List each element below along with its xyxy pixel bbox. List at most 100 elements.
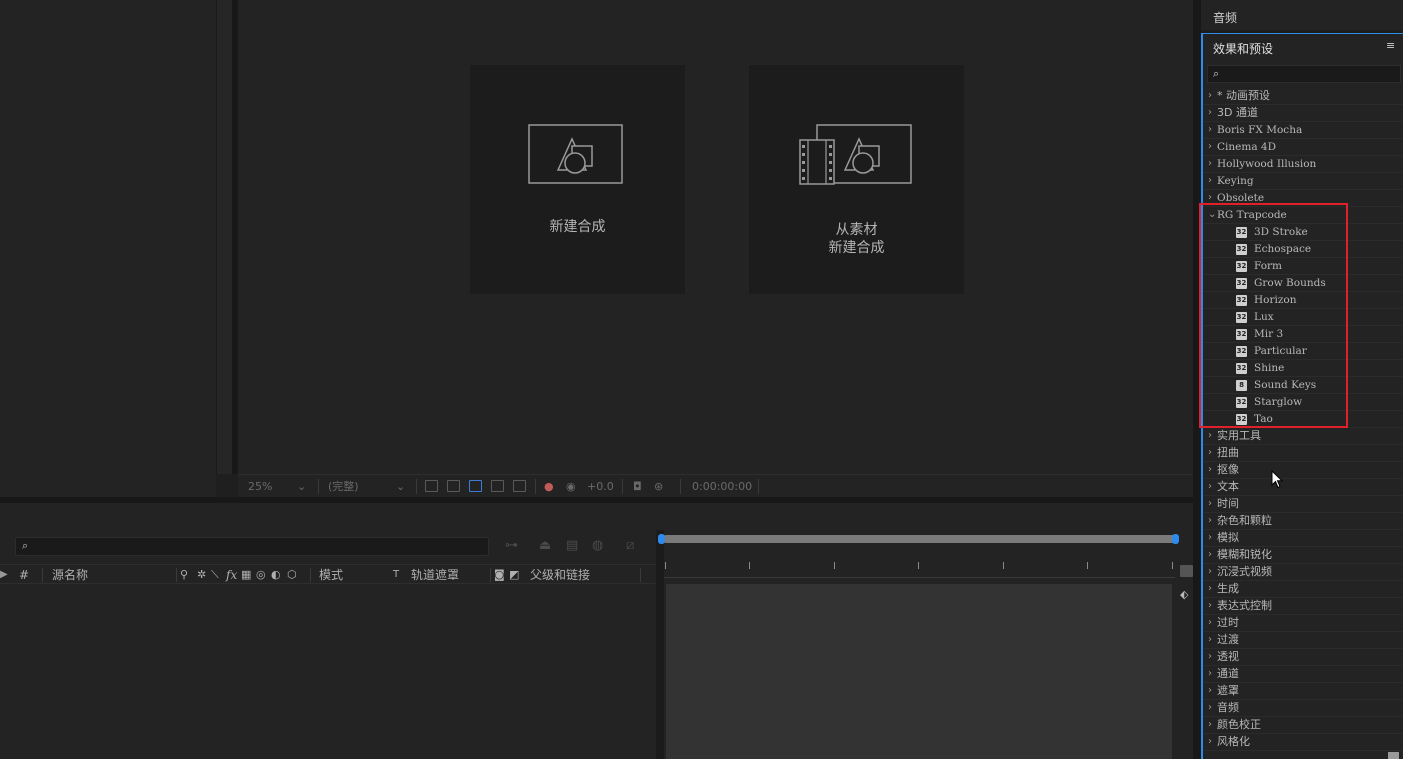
zoom-dropdown-icon[interactable]: ⌄ [297, 479, 306, 494]
chevron-right-icon[interactable]: › [1208, 547, 1212, 563]
panel-menu-icon[interactable]: ≡ [1386, 40, 1395, 51]
chevron-right-icon[interactable]: › [1208, 581, 1212, 597]
effects-category[interactable]: › 音频 [1203, 700, 1403, 717]
chevron-right-icon[interactable]: › [1208, 173, 1212, 189]
effects-category[interactable]: › 透视 [1203, 649, 1403, 666]
matte-invert-icon[interactable]: ◩ [509, 567, 519, 583]
transparency-grid-icon[interactable] [447, 480, 460, 492]
timeline-zoom-scrollbar[interactable] [1180, 565, 1193, 577]
effects-category[interactable]: › 文本 [1203, 479, 1403, 496]
effects-category[interactable]: › 遮罩 [1203, 683, 1403, 700]
adjustment-layer-switch-icon[interactable]: ◐ [271, 567, 281, 583]
effects-category[interactable]: › 杂色和颗粒 [1203, 513, 1403, 530]
timecode-display[interactable]: 0:00:00:00 [692, 479, 752, 494]
project-panel-scrollbar[interactable] [216, 0, 232, 497]
effects-category[interactable]: › 过时 [1203, 615, 1403, 632]
effects-category[interactable]: › 模糊和锐化 [1203, 547, 1403, 564]
chevron-right-icon[interactable]: › [1208, 156, 1212, 172]
effects-scrollbar-thumb[interactable] [1388, 752, 1399, 759]
new-comp-from-footage-button[interactable]: 从素材 新建合成 [749, 65, 964, 294]
chevron-right-icon[interactable]: › [1208, 666, 1212, 682]
chevron-right-icon[interactable]: › [1208, 700, 1212, 716]
effects-category[interactable]: › 实用工具 [1203, 428, 1403, 445]
effects-category[interactable]: › 过渡 [1203, 632, 1403, 649]
matte-icon[interactable]: ◙ [494, 567, 505, 583]
column-source-name[interactable]: 源名称 [52, 567, 88, 583]
collapse-switch-icon[interactable]: ✲ [197, 567, 206, 583]
chevron-right-icon[interactable]: › [1208, 734, 1212, 750]
resolution-dropdown-icon[interactable]: ⌄ [396, 479, 405, 494]
quality-switch-icon[interactable]: ⟍ [211, 567, 219, 583]
effect-switch-icon[interactable]: fx [226, 567, 237, 583]
chevron-right-icon[interactable]: › [1208, 683, 1212, 699]
chevron-right-icon[interactable]: › [1208, 513, 1212, 529]
effects-category[interactable]: › Keying [1203, 173, 1403, 190]
column-t[interactable]: T [393, 567, 399, 583]
comp-mini-flowchart-icon[interactable]: ⊶ [505, 538, 518, 553]
frame-blending-switch-icon[interactable]: ▦ [241, 567, 251, 583]
grid-guides-icon[interactable] [469, 480, 482, 492]
chevron-right-icon[interactable]: › [1208, 615, 1212, 631]
effects-category[interactable]: › Cinema 4D [1203, 139, 1403, 156]
shy-switch-icon[interactable]: ⚲ [180, 567, 188, 583]
work-area-start-handle[interactable] [658, 534, 665, 544]
column-track-matte[interactable]: 轨道遮罩 [411, 567, 459, 583]
frame-blending-icon[interactable]: ◍ [592, 538, 603, 553]
color-channels-icon[interactable]: ● [544, 479, 554, 494]
snapshot-icon[interactable]: ◘ [633, 479, 642, 494]
effects-category[interactable]: › * 动画预设 [1203, 88, 1403, 105]
chevron-right-icon[interactable]: › [1208, 105, 1212, 121]
audio-panel-tab[interactable]: 音频 [1201, 0, 1403, 30]
work-area-end-handle[interactable] [1172, 534, 1179, 544]
new-composition-button[interactable]: 新建合成 [470, 65, 685, 294]
chevron-right-icon[interactable]: › [1208, 598, 1212, 614]
3d-view-icon[interactable] [513, 480, 526, 492]
effects-category[interactable]: › 生成 [1203, 581, 1403, 598]
chevron-right-icon[interactable]: › [1208, 462, 1212, 478]
chevron-right-icon[interactable]: › [1208, 632, 1212, 648]
effects-category[interactable]: › 模拟 [1203, 530, 1403, 547]
column-mode[interactable]: 模式 [319, 567, 343, 583]
expand-arrow-icon[interactable]: ▶ [0, 567, 8, 583]
resolution-select[interactable]: (完整) [328, 479, 359, 494]
chevron-right-icon[interactable]: › [1208, 479, 1212, 495]
show-snapshot-icon[interactable]: ⊛ [654, 479, 663, 494]
3d-layer-switch-icon[interactable]: ⬡ [287, 567, 297, 583]
chevron-right-icon[interactable]: › [1208, 564, 1212, 580]
column-parent-link[interactable]: 父级和链接 [530, 567, 590, 583]
exposure-reset-icon[interactable]: ◉ [566, 479, 576, 494]
chevron-right-icon[interactable]: › [1208, 496, 1212, 512]
timeline-search-input[interactable]: ⌕ [15, 537, 489, 556]
effects-category[interactable]: › 颜色校正 [1203, 717, 1403, 734]
motion-blur-switch-icon[interactable]: ◎ [256, 567, 266, 583]
effects-panel-title[interactable]: 效果和预设 [1213, 40, 1273, 57]
time-ruler[interactable] [664, 548, 1175, 578]
draft-3d-icon[interactable]: ⏏ [539, 538, 551, 553]
chevron-right-icon[interactable]: › [1208, 717, 1212, 733]
region-of-interest-icon[interactable] [425, 480, 438, 492]
timeline-track-area[interactable] [666, 584, 1172, 759]
chevron-right-icon[interactable]: › [1208, 139, 1212, 155]
chevron-right-icon[interactable]: › [1208, 530, 1212, 546]
effects-category[interactable]: › 抠像 [1203, 462, 1403, 479]
effects-category[interactable]: › 3D 通道 [1203, 105, 1403, 122]
mask-visibility-icon[interactable] [491, 480, 504, 492]
chevron-right-icon[interactable]: › [1208, 445, 1212, 461]
effects-category[interactable]: › 风格化 [1203, 734, 1403, 751]
effects-category[interactable]: › Hollywood Illusion [1203, 156, 1403, 173]
effects-search-input[interactable]: ⌕ [1207, 65, 1401, 83]
effects-category[interactable]: › 扭曲 [1203, 445, 1403, 462]
effects-category[interactable]: › Boris FX Mocha [1203, 122, 1403, 139]
chevron-right-icon[interactable]: › [1208, 122, 1212, 138]
comp-button-icon[interactable]: ⬖ [1180, 588, 1194, 601]
effects-category[interactable]: › 时间 [1203, 496, 1403, 513]
effects-category[interactable]: › 通道 [1203, 666, 1403, 683]
motion-blur-icon[interactable]: ⧄ [626, 538, 634, 553]
chevron-right-icon[interactable]: › [1208, 88, 1212, 104]
timeline-splitter[interactable] [656, 530, 664, 759]
column-number[interactable]: # [19, 567, 29, 583]
exposure-value[interactable]: +0.0 [587, 479, 614, 494]
effects-category[interactable]: › 表达式控制 [1203, 598, 1403, 615]
chevron-right-icon[interactable]: › [1208, 649, 1212, 665]
zoom-select[interactable]: 25% [248, 479, 272, 494]
